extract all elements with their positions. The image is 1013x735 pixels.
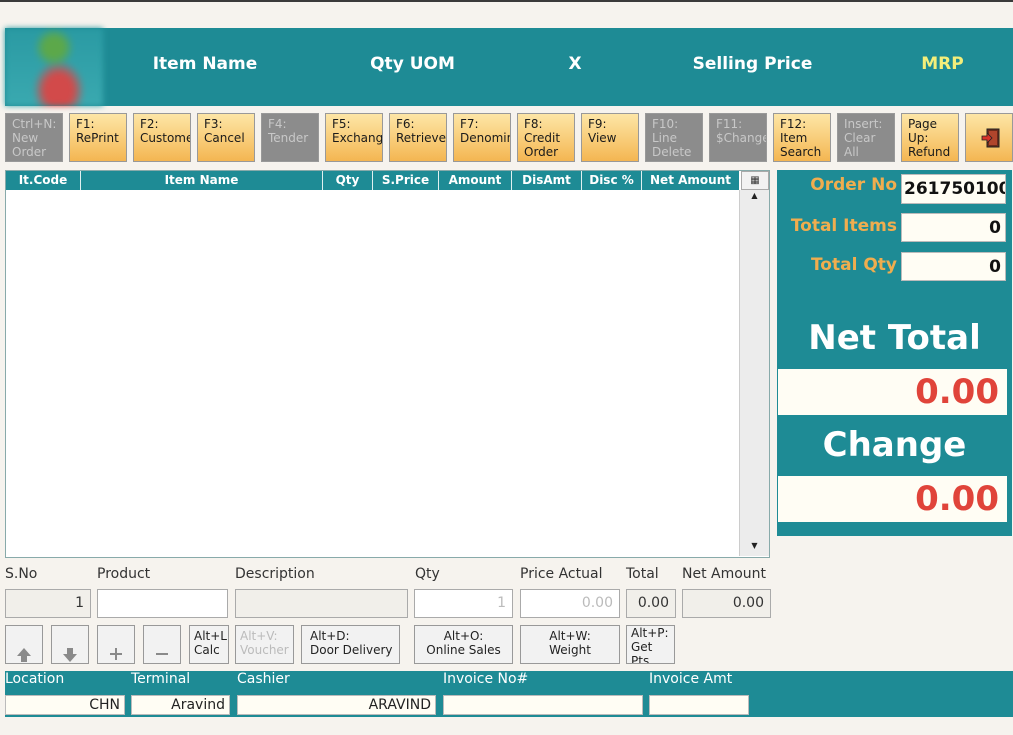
exchange-button[interactable]: F5: Exchange: [325, 113, 383, 162]
net-total-label: Net Total: [808, 318, 981, 358]
col-qty[interactable]: Qty: [323, 171, 373, 190]
description-label: Description: [235, 566, 315, 582]
invoice-no-label: Invoice No#: [443, 671, 529, 687]
location-label: Location: [5, 671, 65, 687]
window-top-edge: [0, 0, 1013, 2]
net-amount-field: 0.00: [682, 589, 771, 618]
column-chooser-icon[interactable]: ▦: [741, 171, 769, 190]
net-amount-label: Net Amount: [682, 566, 767, 582]
change-value: 0.00: [778, 476, 1007, 522]
minus-icon: [156, 653, 168, 655]
view-button[interactable]: F9: View: [581, 113, 639, 162]
product-input[interactable]: [97, 589, 228, 618]
total-field: 0.00: [626, 589, 676, 618]
change-label: Change: [822, 425, 967, 465]
col-disc-pct[interactable]: Disc %: [582, 171, 642, 190]
item-search-button[interactable]: F12: Item Search: [773, 113, 831, 162]
col-s-price[interactable]: S.Price: [373, 171, 439, 190]
decrease-qty-button[interactable]: [143, 625, 181, 664]
invoice-amt-field: [649, 695, 749, 715]
cashier-label: Cashier: [237, 671, 290, 687]
up-arrow-icon: [17, 648, 31, 662]
header-item-name: Item Name: [152, 54, 258, 74]
grid-header: It.Code Item Name Qty S.Price Amount Dis…: [6, 171, 739, 190]
invoice-no-field: [443, 695, 643, 715]
clear-all-button[interactable]: Insert: Clear All: [837, 113, 895, 162]
terminal-field: Aravind: [131, 695, 230, 715]
col-item-name[interactable]: Item Name: [81, 171, 323, 190]
order-no-value: 261750100: [901, 174, 1006, 204]
reprint-button[interactable]: F1: RePrint: [69, 113, 127, 162]
net-total-value: 0.00: [778, 369, 1007, 415]
credit-order-button[interactable]: F8: Credit Order: [517, 113, 575, 162]
down-arrow-icon: [63, 648, 77, 662]
customer-button[interactable]: F2: Customer: [133, 113, 191, 162]
total-items-label: Total Items: [790, 216, 897, 236]
order-no-label: Order No: [810, 175, 897, 195]
total-qty-value: 0: [901, 252, 1006, 281]
terminal-label: Terminal: [131, 671, 191, 687]
door-delivery-button[interactable]: Alt+D: Door Delivery: [301, 625, 400, 664]
invoice-amt-label: Invoice Amt: [649, 671, 733, 687]
col-disamt[interactable]: DisAmt: [512, 171, 582, 190]
plus-icon: [110, 648, 122, 660]
header-mrp: MRP: [921, 54, 964, 74]
cashier-field: ARAVIND: [237, 695, 436, 715]
qty-input[interactable]: 1: [414, 589, 513, 618]
header-qty-uom: Qty UOM: [370, 54, 455, 74]
calc-button[interactable]: Alt+L: Calc: [189, 625, 229, 664]
product-label: Product: [97, 566, 151, 582]
change-button[interactable]: F11: $Change: [709, 113, 767, 162]
price-actual-input[interactable]: 0.00: [520, 589, 620, 618]
store-logo: [5, 28, 103, 106]
qty-label: Qty: [415, 566, 440, 582]
location-field: CHN: [5, 695, 125, 715]
total-items-value: 0: [901, 213, 1006, 242]
col-it-code[interactable]: It.Code: [6, 171, 81, 190]
refund-button[interactable]: Page Up: Refund: [901, 113, 959, 162]
col-net-amount[interactable]: Net Amount: [642, 171, 739, 190]
total-qty-label: Total Qty: [810, 255, 897, 275]
total-label: Total: [626, 566, 659, 582]
exit-door-icon: [981, 128, 1000, 148]
get-points-button[interactable]: Alt+P: Get Pts: [626, 625, 675, 664]
price-actual-label: Price Actual: [520, 566, 603, 582]
items-grid[interactable]: [5, 170, 770, 558]
scroll-up-icon[interactable]: ▲: [741, 191, 768, 205]
header-selling-price: Selling Price: [692, 54, 813, 74]
move-up-button[interactable]: [5, 625, 43, 664]
weight-button[interactable]: Alt+W: Weight: [520, 625, 620, 664]
line-delete-button[interactable]: F10: Line Delete: [645, 113, 703, 162]
increase-qty-button[interactable]: [97, 625, 135, 664]
tender-button[interactable]: F4: Tender: [261, 113, 319, 162]
retrieve-button[interactable]: F6: Retrieve: [389, 113, 447, 162]
online-sales-button[interactable]: Alt+O: Online Sales: [414, 625, 513, 664]
denomination-button[interactable]: F7: Denomination: [453, 113, 511, 162]
voucher-button[interactable]: Alt+V: Voucher: [235, 625, 294, 664]
new-order-button[interactable]: Ctrl+N: New Order: [5, 113, 63, 162]
sno-field: 1: [5, 589, 91, 618]
description-field: [235, 589, 408, 618]
header-x: X: [568, 54, 582, 74]
scroll-down-icon[interactable]: ▼: [741, 541, 768, 555]
exit-button[interactable]: [965, 113, 1013, 162]
col-amount[interactable]: Amount: [439, 171, 512, 190]
move-down-button[interactable]: [51, 625, 89, 664]
grid-scrollbar[interactable]: [739, 190, 769, 556]
sno-label: S.No: [5, 566, 38, 582]
cancel-button[interactable]: F3: Cancel: [197, 113, 255, 162]
